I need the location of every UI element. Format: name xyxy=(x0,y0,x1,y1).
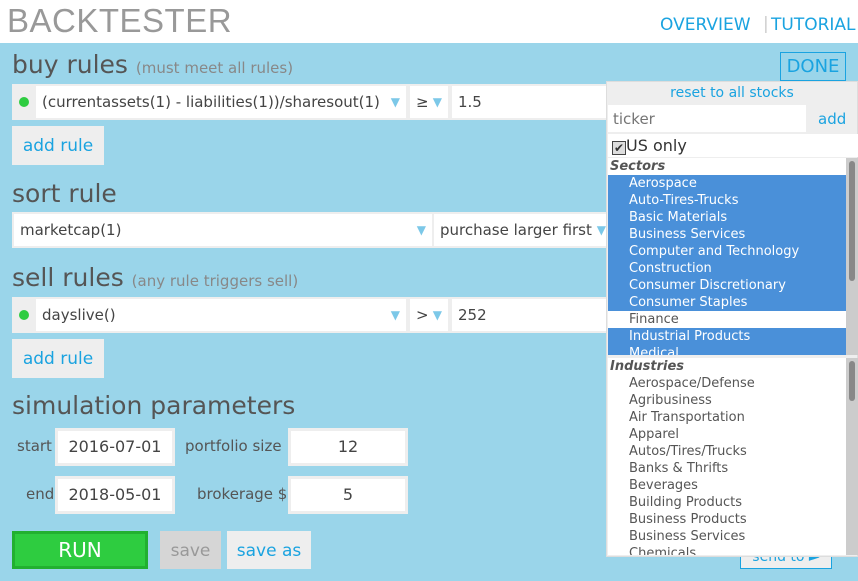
sectors-scrollbar[interactable] xyxy=(846,158,858,355)
brokerage-input[interactable]: 5 xyxy=(288,476,408,514)
nav-overview[interactable]: OVERVIEW xyxy=(660,15,751,35)
stock-filter-panel: reset to all stocks add ✔US only Sectors… xyxy=(606,81,858,557)
industry-option[interactable]: Autos/Tires/Trucks xyxy=(608,443,858,460)
industry-option[interactable]: Banks & Thrifts xyxy=(608,460,858,477)
buy-rule-expression-select[interactable]: (currentassets(1) - liabilities(1))/shar… xyxy=(36,86,406,118)
start-date-input[interactable]: 2016-07-01 xyxy=(55,428,175,466)
reset-all-stocks-link[interactable]: reset to all stocks xyxy=(607,85,857,101)
sort-order-text: purchase larger first xyxy=(440,221,592,239)
add-ticker-button[interactable]: add xyxy=(818,110,846,128)
sort-rule-row: marketcap(1) ▼ purchase larger first ▼ xyxy=(12,212,612,248)
sector-option[interactable]: Business Services xyxy=(608,226,858,243)
industry-option[interactable]: Beverages xyxy=(608,477,858,494)
add-sell-rule-button[interactable]: add rule xyxy=(12,339,104,378)
sectors-group-label: Sectors xyxy=(610,159,666,174)
sell-rule-operator-select[interactable]: > ▼ xyxy=(410,299,448,331)
op-text: ≥ xyxy=(416,93,429,111)
run-button[interactable]: RUN xyxy=(12,531,148,569)
dropdown-arrow-icon: ▼ xyxy=(390,95,400,109)
industry-option[interactable]: Apparel xyxy=(608,426,858,443)
industry-option[interactable]: Aerospace/Defense xyxy=(608,375,858,392)
portfolio-size-input[interactable]: 12 xyxy=(288,428,408,466)
sector-option[interactable]: Consumer Staples xyxy=(608,294,858,311)
save-as-button[interactable]: save as xyxy=(227,531,311,569)
us-only-checkbox[interactable]: ✔ US only xyxy=(608,134,858,157)
done-button[interactable]: DONE xyxy=(780,52,846,81)
industry-option[interactable]: Air Transportation xyxy=(608,409,858,426)
sector-option[interactable]: Basic Materials xyxy=(608,209,858,226)
sell-rule-row: dayslive() ▼ > ▼ 252 xyxy=(12,297,612,333)
sell-rules-title: sell rules xyxy=(12,263,124,292)
ticker-input[interactable] xyxy=(608,105,806,132)
sector-option[interactable]: Auto-Tires-Trucks xyxy=(608,192,858,209)
rule-status-dot xyxy=(19,97,29,107)
sell-rule-expression-select[interactable]: dayslive() ▼ xyxy=(36,299,406,331)
us-only-label: US only xyxy=(626,136,687,155)
buy-rules-heading: buy rules (must meet all rules) xyxy=(12,50,293,79)
sort-order-select[interactable]: purchase larger first ▼ xyxy=(434,214,612,246)
industry-option[interactable]: Business Services xyxy=(608,528,858,545)
sector-option[interactable]: Industrial Products xyxy=(608,328,858,345)
nav-divider: | xyxy=(763,14,769,34)
sell-rules-heading: sell rules (any rule triggers sell) xyxy=(12,263,298,292)
app-title: BACKTESTER xyxy=(7,2,233,39)
dropdown-arrow-icon: ▼ xyxy=(416,223,426,237)
brokerage-label: brokerage $ xyxy=(197,485,288,503)
sector-option[interactable]: Finance xyxy=(608,311,858,328)
rule-status-dot xyxy=(19,310,29,320)
industry-option[interactable]: Building Products xyxy=(608,494,858,511)
simulation-parameters-heading: simulation parameters xyxy=(12,391,296,420)
sell-rule-value-input[interactable]: 252 xyxy=(452,299,612,331)
buy-rule-operator-select[interactable]: ≥ ▼ xyxy=(410,86,448,118)
end-label: end xyxy=(26,485,55,503)
buy-rules-title: buy rules xyxy=(12,50,128,79)
nav-tutorial[interactable]: TUTORIAL xyxy=(771,15,856,35)
expr-text: dayslive() xyxy=(42,306,116,324)
dropdown-arrow-icon: ▼ xyxy=(432,95,442,109)
sort-field-select[interactable]: marketcap(1) ▼ xyxy=(14,214,432,246)
industries-scrollbar[interactable] xyxy=(846,358,858,555)
start-label: start xyxy=(17,437,52,455)
checkbox-checked-icon: ✔ xyxy=(612,141,626,155)
sort-rule-heading: sort rule xyxy=(12,179,117,208)
sell-rules-note: (any rule triggers sell) xyxy=(131,272,299,290)
sector-option[interactable]: Medical xyxy=(608,345,858,355)
sectors-list[interactable]: Sectors Aerospace Auto-Tires-Trucks Basic … xyxy=(608,158,858,355)
dropdown-arrow-icon: ▼ xyxy=(390,308,400,322)
industries-group-label: Industries xyxy=(610,359,685,374)
sort-field-text: marketcap(1) xyxy=(20,221,122,239)
buy-rule-value-input[interactable]: 1.5 xyxy=(452,86,612,118)
industry-option[interactable]: Agribusiness xyxy=(608,392,858,409)
end-date-input[interactable]: 2018-05-01 xyxy=(55,476,175,514)
sector-option[interactable]: Consumer Discretionary xyxy=(608,277,858,294)
save-button[interactable]: save xyxy=(160,531,221,569)
industries-list[interactable]: Industries Aerospace/Defense Agribusiness… xyxy=(608,358,858,555)
dropdown-arrow-icon: ▼ xyxy=(596,223,606,237)
add-buy-rule-button[interactable]: add rule xyxy=(12,126,104,165)
industry-option[interactable]: Chemicals xyxy=(608,545,858,555)
dropdown-arrow-icon: ▼ xyxy=(432,308,442,322)
sector-option[interactable]: Aerospace xyxy=(608,175,858,192)
portfolio-size-label: portfolio size xyxy=(185,437,282,455)
op-text: > xyxy=(416,306,429,324)
sector-option[interactable]: Construction xyxy=(608,260,858,277)
buy-rules-note: (must meet all rules) xyxy=(135,59,294,77)
buy-rule-row: (currentassets(1) - liabilities(1))/shar… xyxy=(12,84,612,120)
sector-option[interactable]: Computer and Technology xyxy=(608,243,858,260)
industry-option[interactable]: Business Products xyxy=(608,511,858,528)
expr-text: (currentassets(1) - liabilities(1))/shar… xyxy=(42,93,380,111)
